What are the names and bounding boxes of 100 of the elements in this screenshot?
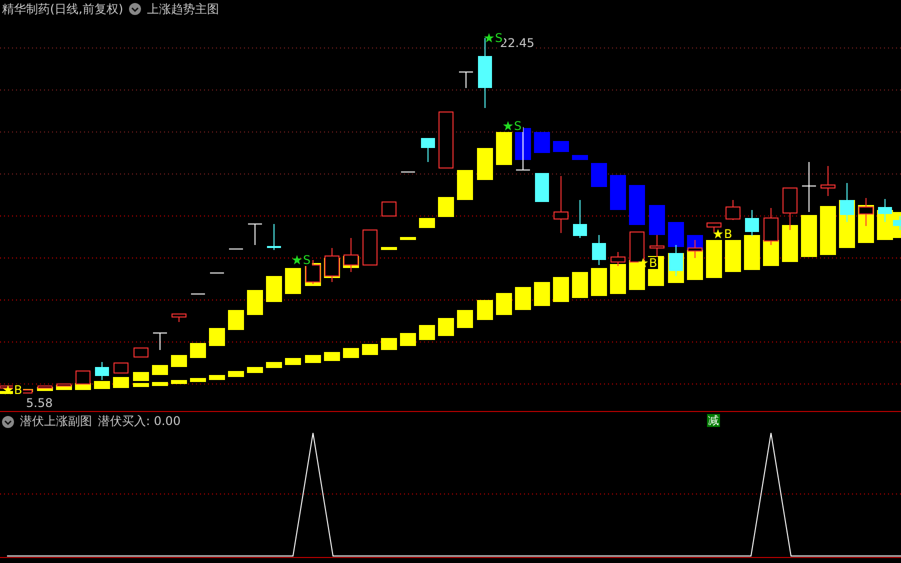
band-bar bbox=[266, 362, 282, 368]
trend-bar bbox=[591, 163, 607, 187]
candlestick bbox=[134, 348, 148, 358]
trend-bar bbox=[610, 175, 626, 210]
candlestick bbox=[248, 224, 262, 246]
trend-bar bbox=[266, 276, 282, 302]
trend-bar bbox=[477, 148, 493, 180]
candlestick bbox=[458, 72, 474, 88]
band-bar bbox=[400, 333, 416, 346]
signal-badge: 减 bbox=[707, 414, 720, 427]
trend-bar bbox=[668, 222, 684, 247]
star-icon bbox=[638, 258, 648, 268]
band-bar bbox=[133, 383, 149, 387]
candlestick bbox=[95, 362, 109, 380]
candlestick bbox=[438, 112, 454, 168]
band-bar bbox=[553, 277, 569, 302]
candlestick bbox=[706, 222, 722, 232]
band-bar bbox=[572, 272, 588, 298]
candlestick bbox=[76, 370, 90, 384]
band-bar bbox=[343, 348, 359, 358]
candlestick bbox=[573, 200, 587, 238]
trend-bar bbox=[801, 215, 817, 257]
band-bar bbox=[75, 387, 91, 390]
band-bar bbox=[247, 367, 263, 373]
star-icon bbox=[292, 255, 302, 265]
candlestick bbox=[840, 182, 854, 222]
band-bar bbox=[171, 380, 187, 384]
signal-label: S bbox=[494, 32, 504, 44]
dropdown-icon[interactable] bbox=[2, 416, 14, 428]
signal-label: S bbox=[302, 254, 312, 266]
candlestick bbox=[650, 234, 664, 258]
indicator-name: 潜伏上涨副图 bbox=[20, 413, 92, 430]
trend-bar bbox=[744, 235, 760, 270]
band-bar bbox=[534, 282, 550, 306]
candlestick bbox=[152, 332, 168, 350]
band-bar bbox=[152, 382, 168, 386]
candlestick bbox=[592, 234, 606, 266]
trend-bar bbox=[228, 310, 244, 330]
band-bar bbox=[285, 358, 301, 365]
candlestick bbox=[688, 240, 702, 258]
candlestick bbox=[210, 272, 224, 274]
candlestick bbox=[228, 248, 244, 250]
trend-bar bbox=[209, 328, 225, 346]
band-bar bbox=[438, 318, 454, 336]
band-bar bbox=[362, 344, 378, 355]
trend-bar bbox=[152, 365, 168, 375]
band-bar bbox=[190, 378, 206, 382]
star-icon bbox=[3, 385, 13, 395]
trend-bar bbox=[763, 240, 779, 266]
band-bar bbox=[305, 355, 321, 363]
candlestick bbox=[38, 386, 52, 388]
trend-bar bbox=[534, 132, 550, 153]
trend-bar bbox=[381, 247, 397, 250]
candlestick bbox=[802, 162, 816, 212]
candlestick bbox=[362, 230, 378, 266]
signal-label: B bbox=[648, 257, 658, 269]
trend-bar bbox=[419, 218, 435, 228]
band-bar bbox=[94, 386, 110, 389]
candlestick bbox=[324, 248, 340, 282]
candlestick bbox=[726, 200, 740, 220]
band-bar bbox=[687, 250, 703, 280]
signal-label: S bbox=[513, 120, 523, 132]
trend-bar bbox=[438, 197, 454, 217]
candlestick bbox=[56, 384, 72, 386]
band-bar bbox=[419, 325, 435, 340]
band-bar bbox=[209, 375, 225, 380]
star-icon bbox=[503, 121, 513, 131]
dropdown-icon[interactable] bbox=[129, 3, 142, 15]
candlestick bbox=[820, 166, 836, 196]
band-bar bbox=[113, 384, 129, 388]
trend-bar bbox=[171, 355, 187, 367]
candlestick bbox=[535, 172, 549, 202]
trend-bar bbox=[553, 141, 569, 152]
trend-bar bbox=[572, 155, 588, 160]
stock-title: 精华制药(日线,前复权) bbox=[2, 0, 124, 18]
low-price-label: 5.58 bbox=[26, 397, 53, 410]
candlestick bbox=[610, 252, 626, 266]
band-bar bbox=[591, 268, 607, 296]
trend-bar bbox=[725, 240, 741, 272]
trend-bar bbox=[629, 185, 645, 225]
star-icon bbox=[484, 33, 494, 43]
trend-bar bbox=[285, 268, 301, 294]
candlestick bbox=[669, 244, 683, 276]
trend-bar bbox=[190, 343, 206, 358]
band-bar bbox=[610, 264, 626, 294]
band-bar bbox=[496, 293, 512, 315]
indicator-reading: 潜伏买入: 0.00 bbox=[98, 413, 181, 430]
signal-label: B bbox=[13, 384, 24, 396]
candlestick bbox=[782, 188, 798, 230]
candlestick bbox=[172, 314, 186, 322]
star-icon bbox=[713, 229, 723, 239]
trend-bar bbox=[400, 237, 416, 240]
trend-bar bbox=[649, 205, 665, 235]
candlestick bbox=[267, 224, 281, 250]
band-bar bbox=[228, 371, 244, 377]
trend-bar bbox=[457, 170, 473, 200]
indicator-name: 上涨趋势主图 bbox=[147, 0, 220, 18]
trend-bar bbox=[706, 240, 722, 278]
candlestick bbox=[382, 202, 396, 216]
trend-bar bbox=[247, 290, 263, 315]
